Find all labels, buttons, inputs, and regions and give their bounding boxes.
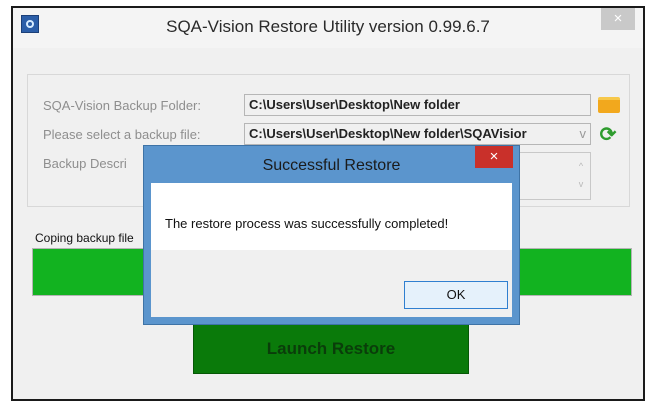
dialog-footer: OK: [151, 250, 512, 317]
window-close-button[interactable]: ×: [601, 8, 635, 30]
scroll-up-icon[interactable]: ^: [575, 157, 587, 175]
refresh-icon[interactable]: ⟳: [598, 125, 618, 145]
progress-label: Coping backup file: [35, 231, 134, 245]
dialog-body: The restore process was successfully com…: [151, 183, 512, 250]
launch-restore-button[interactable]: Launch Restore: [193, 324, 469, 374]
ok-button[interactable]: OK: [404, 281, 508, 309]
title-bar: SQA-Vision Restore Utility version 0.99.…: [13, 8, 643, 48]
dialog-title: Successful Restore: [262, 157, 401, 174]
backup-file-value: C:\Users\User\Desktop\New folder\SQAVisi…: [249, 126, 527, 141]
backup-folder-input[interactable]: C:\Users\User\Desktop\New folder: [244, 94, 591, 116]
backup-description-label: Backup Descri: [43, 156, 127, 171]
scroll-down-icon[interactable]: v: [575, 175, 587, 193]
success-dialog: Successful Restore × The restore process…: [143, 145, 520, 325]
backup-folder-label: SQA-Vision Backup Folder:: [43, 98, 201, 113]
description-scrollbar[interactable]: ^ v: [575, 157, 587, 197]
dialog-close-button[interactable]: ×: [475, 146, 513, 168]
window-title: SQA-Vision Restore Utility version 0.99.…: [166, 17, 490, 36]
backup-file-label: Please select a backup file:: [43, 127, 201, 142]
folder-icon[interactable]: [598, 97, 620, 113]
chevron-down-icon[interactable]: v: [580, 124, 587, 144]
backup-file-select[interactable]: C:\Users\User\Desktop\New folder\SQAVisi…: [244, 123, 591, 145]
dialog-message: The restore process was successfully com…: [165, 216, 449, 231]
